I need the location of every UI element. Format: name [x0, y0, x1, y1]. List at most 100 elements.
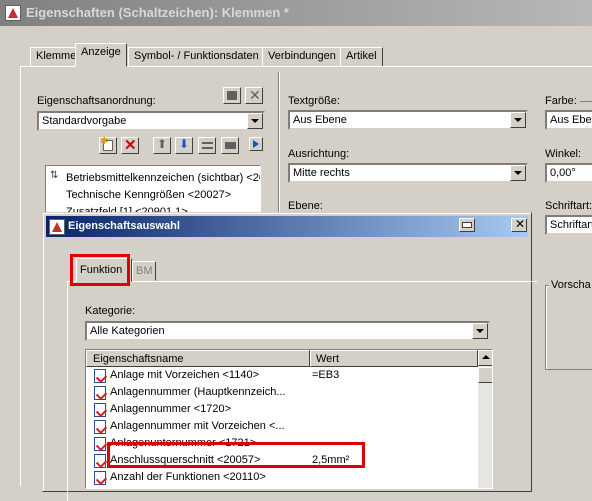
preview-box	[545, 285, 592, 370]
property-icon	[94, 403, 106, 417]
star-icon: ✱	[100, 136, 109, 147]
dialog-red-highlight-tab	[70, 254, 130, 286]
angle-value: 0,00°	[550, 167, 576, 179]
arrow-down-icon: ⬇	[179, 137, 190, 151]
scroll-thumb[interactable]	[478, 367, 492, 383]
font-value: Schriftart	[550, 219, 592, 231]
format-icon	[225, 142, 236, 149]
app-icon	[5, 5, 21, 21]
delete-icon: ✕	[124, 137, 137, 154]
level-label: Ebene:	[288, 200, 323, 212]
table-row[interactable]: Anlage mit Vorzeichen <1140> =EB3	[86, 368, 478, 384]
new-property-button[interactable]: ✱	[99, 136, 117, 154]
save-arrangement-button[interactable]	[223, 87, 241, 104]
text-size-value: Aus Ebene	[293, 114, 347, 126]
column-header-value-label: Wert	[316, 353, 340, 365]
dialog-close-button[interactable]: ✕	[511, 217, 527, 232]
list-icon	[202, 142, 213, 149]
dialog-app-icon	[49, 219, 65, 235]
property-icon	[94, 420, 106, 434]
tab-verbindungen[interactable]: Verbindungen	[262, 47, 342, 67]
chevron-down-icon[interactable]	[510, 165, 526, 181]
tab-artikel-label: Artikel	[346, 50, 377, 62]
tab-anzeige[interactable]: Anzeige	[75, 43, 127, 67]
property-icon	[94, 386, 106, 400]
table-header: Eigenschaftsname Wert	[86, 350, 492, 367]
arrangement-select[interactable]: Standardvorgabe	[37, 111, 265, 131]
alignment-select[interactable]: Mitte rechts	[288, 163, 528, 183]
property-icon	[94, 471, 106, 485]
chevron-down-icon[interactable]	[472, 323, 488, 339]
delete-arrangement-button[interactable]: ✕	[245, 87, 263, 104]
text-size-select[interactable]: Aus Ebene	[288, 110, 528, 130]
tab-artikel[interactable]: Artikel	[340, 47, 383, 67]
format-button[interactable]	[221, 137, 239, 154]
tab-anzeige-label: Anzeige	[81, 46, 121, 58]
move-up-button[interactable]: ⬆	[153, 137, 171, 154]
tab-bm[interactable]: BM	[132, 261, 156, 281]
arrangement-label: Eigenschaftsanordnung:	[37, 95, 156, 107]
scroll-up-button[interactable]	[478, 350, 492, 366]
dialog-menu-button[interactable]	[459, 218, 475, 232]
delete-property-button[interactable]: ✕	[121, 137, 139, 154]
color-label: Farbe:	[545, 95, 577, 107]
sort-icon: ⇅	[50, 170, 59, 181]
list-item[interactable]: ⇅ Betriebsmittelkennzeichen (sichtbar) <…	[46, 170, 261, 186]
close-icon: ✕	[249, 87, 261, 103]
tab-klemme-label: Klemme	[36, 50, 77, 62]
properties-button[interactable]	[198, 137, 216, 154]
color-value: Aus Ebene	[550, 114, 592, 126]
chevron-down-icon[interactable]	[510, 112, 526, 128]
alignment-label: Ausrichtung:	[288, 148, 350, 160]
property-icon	[94, 369, 106, 383]
main-titlebar: Eigenschaften (Schaltzeichen): Klemmen *	[0, 0, 592, 26]
save-icon	[227, 91, 237, 100]
category-value: Alle Kategorien	[90, 325, 165, 337]
column-header-value[interactable]: Wert	[310, 350, 478, 367]
alignment-value: Mitte rechts	[293, 167, 350, 179]
color-separator	[580, 101, 592, 102]
tab-symbol-funktionsdaten[interactable]: Symbol- / Funktionsdaten	[128, 47, 265, 67]
font-select[interactable]: Schriftart	[545, 215, 592, 235]
column-header-name-label: Eigenschaftsname	[93, 353, 184, 365]
chevron-down-icon[interactable]	[247, 113, 263, 129]
close-icon: ✕	[515, 217, 526, 231]
table-row[interactable]: Anlagennummer <1720>	[86, 402, 478, 418]
play-icon	[253, 140, 259, 148]
property-icon	[94, 437, 106, 451]
arrangement-value: Standardvorgabe	[42, 115, 127, 127]
table-scrollbar[interactable]	[478, 350, 492, 488]
text-size-label: Textgröße:	[288, 95, 340, 107]
table-body: Anlage mit Vorzeichen <1140> =EB3 Anlage…	[86, 367, 478, 488]
play-button[interactable]	[249, 137, 263, 151]
row-value: =EB3	[312, 369, 340, 381]
angle-label: Winkel:	[545, 148, 582, 160]
list-item-label: Technische Kenngrößen <20027>	[66, 189, 232, 201]
font-label: Schriftart:	[545, 200, 592, 212]
dialog-title: Eigenschaftsauswahl	[68, 220, 180, 232]
list-item-label: Betriebsmittelkennzeichen (sichtbar) <20	[66, 172, 261, 184]
category-label: Kategorie:	[85, 305, 136, 317]
column-header-name[interactable]: Eigenschaftsname	[86, 350, 310, 367]
row-name: Anlage mit Vorzeichen <1140>	[110, 369, 260, 381]
tab-symbol-label: Symbol- / Funktionsdaten	[134, 50, 259, 62]
move-down-button[interactable]: ⬇	[175, 137, 193, 154]
angle-field[interactable]: 0,00°	[545, 163, 592, 183]
row-name: Anzahl der Funktionen <20110>	[110, 471, 266, 483]
row-red-highlight	[107, 442, 365, 468]
table-row[interactable]: Anlagennummer (Hauptkennzeich...	[86, 385, 478, 401]
table-row[interactable]: Anlagennummer mit Vorzeichen <...	[86, 419, 478, 435]
row-name: Anlagennummer mit Vorzeichen <...	[110, 420, 285, 432]
tab-bm-label: BM	[136, 265, 153, 277]
category-select[interactable]: Alle Kategorien	[85, 321, 490, 341]
color-select[interactable]: Aus Ebene	[545, 110, 592, 130]
row-name: Anlagennummer (Hauptkennzeich...	[110, 386, 286, 398]
row-name: Anlagennummer <1720>	[110, 403, 232, 415]
list-item[interactable]: Technische Kenngrößen <20027>	[46, 187, 260, 203]
properties-table[interactable]: Eigenschaftsname Wert Anlage mit Vorzeic…	[85, 349, 493, 489]
main-window-title: Eigenschaften (Schaltzeichen): Klemmen *	[26, 5, 289, 20]
property-selection-dialog: Eigenschaftsauswahl ✕ Funktion BM Katego…	[42, 212, 537, 501]
printer-icon	[462, 222, 472, 228]
arrow-up-icon	[482, 355, 490, 359]
dialog-titlebar: Eigenschaftsauswahl ✕	[46, 216, 528, 237]
